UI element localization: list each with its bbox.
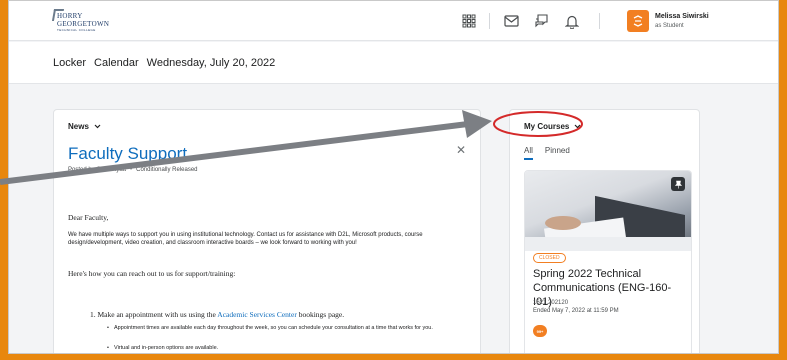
browser-viewport: HORRY GEORGETOWN TECHNICAL COLLEGE Melis… [8, 0, 779, 354]
status-badge: CLOSED [533, 253, 566, 263]
user-name[interactable]: Melissa Siwirski [655, 13, 709, 20]
news-paragraph-2: Here's how you can reach out to us for s… [68, 269, 236, 278]
laptop-photo [525, 195, 691, 266]
close-icon[interactable]: ✕ [456, 143, 466, 157]
navigation-bar: Locker Calendar Wednesday, July 20, 2022 [9, 42, 778, 84]
course-tabs: All Pinned [524, 146, 570, 155]
bullet-item: Virtual and in-person options are availa… [107, 345, 454, 352]
news-widget: News Faculty Support ✕ Posted by Chris H… [53, 109, 481, 353]
pin-icon [674, 180, 682, 188]
list-item-text: 1. Make an appointment with us using the [90, 310, 218, 319]
my-courses-label: My Courses [524, 122, 570, 131]
user-role: as Student [655, 23, 684, 29]
bell-icon[interactable] [562, 11, 582, 31]
chevron-down-icon[interactable] [574, 124, 581, 129]
pin-button[interactable] [671, 177, 685, 191]
course-code: 1621.202120 [533, 300, 569, 306]
separator-dot: • [130, 167, 133, 173]
bullet-item: Appointment times are available each day… [107, 325, 454, 332]
my-courses-widget: My Courses All Pinned CLOSED Spring 2022… [509, 109, 700, 353]
my-courses-header[interactable]: My Courses [524, 122, 581, 131]
release-status: Conditionally Released [136, 167, 198, 173]
news-paragraph-1: We have multiple ways to support you in … [68, 232, 423, 246]
toolbar-divider [599, 13, 600, 29]
top-bar: HORRY GEORGETOWN TECHNICAL COLLEGE Melis… [9, 1, 778, 41]
logo-line-2: GEORGETOWN [57, 20, 110, 28]
apps-grid-icon[interactable] [459, 11, 479, 31]
active-tab-indicator [524, 158, 533, 160]
course-card[interactable]: CLOSED Spring 2022 Technical Communicati… [524, 170, 692, 353]
news-title[interactable]: Faculty Support [68, 144, 187, 164]
news-header[interactable]: News [68, 122, 101, 131]
tab-pinned[interactable]: Pinned [545, 146, 570, 155]
nav-item-date[interactable]: Wednesday, July 20, 2022 [147, 57, 276, 69]
mail-icon[interactable] [501, 11, 521, 31]
user-avatar[interactable] [627, 10, 649, 32]
notification-badge[interactable]: 99+ [533, 325, 547, 337]
logo-line-1: HORRY [57, 12, 83, 20]
news-meta: Posted by Chris Hyatt • Conditionally Re… [68, 167, 198, 173]
academic-services-link[interactable]: Academic Services Center [217, 310, 297, 319]
chevron-down-icon[interactable] [94, 124, 101, 129]
course-end-date: Ended May 7, 2022 at 11:59 PM [533, 308, 619, 314]
list-item-suffix: bookings page. [296, 310, 345, 319]
nav-item-calendar[interactable]: Calendar [94, 57, 139, 69]
course-image[interactable] [525, 171, 691, 266]
tab-all[interactable]: All [524, 146, 533, 155]
greeting: Dear Faculty, [68, 213, 109, 222]
list-item: 1. Make an appointment with us using the… [90, 310, 344, 319]
logo-line-3: TECHNICAL COLLEGE [57, 28, 96, 32]
toolbar-divider [489, 13, 490, 29]
news-header-label: News [68, 122, 89, 131]
chat-icon[interactable] [531, 11, 551, 31]
nav-item-locker[interactable]: Locker [53, 57, 86, 69]
college-logo[interactable]: HORRY GEORGETOWN TECHNICAL COLLEGE [51, 9, 133, 33]
posted-by: Posted by Chris Hyatt [68, 167, 127, 173]
